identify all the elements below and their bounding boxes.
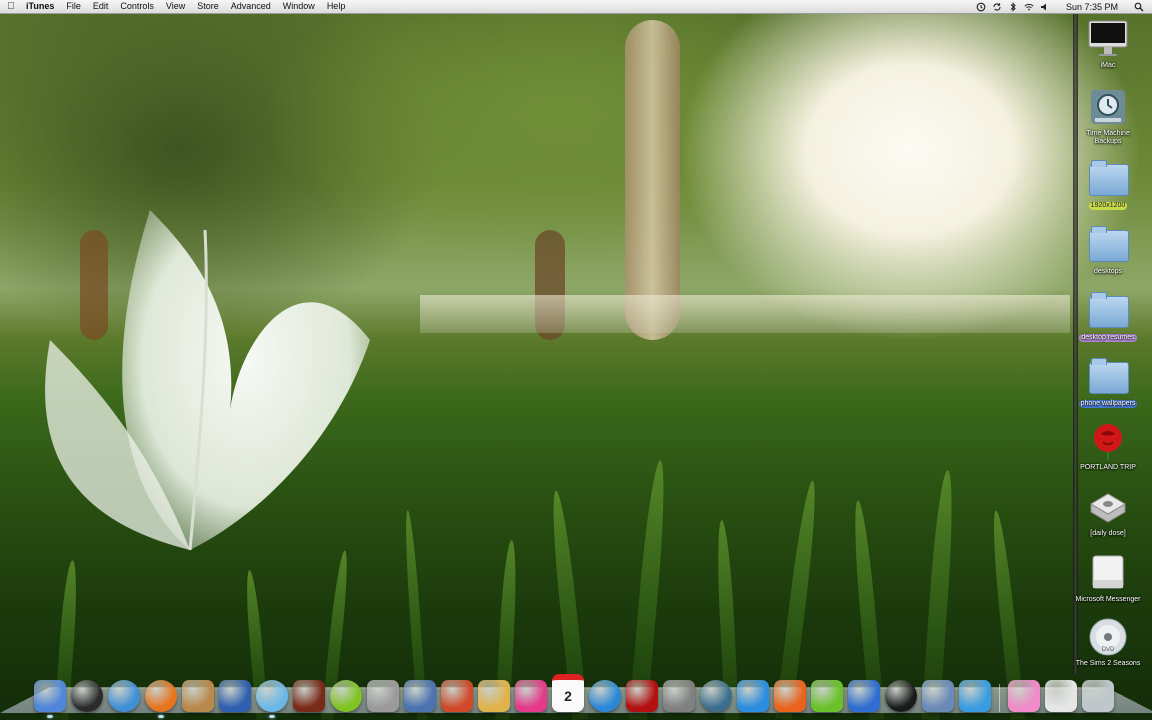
app-rainbow-icon[interactable] [441, 680, 473, 712]
menu-store[interactable]: Store [191, 0, 225, 13]
w-app-icon[interactable] [737, 680, 769, 712]
desktop-wallpaper [0, 0, 1152, 720]
pencil-icon[interactable] [478, 680, 510, 712]
safari-icon[interactable] [108, 680, 140, 712]
time-machine-icon[interactable] [976, 2, 986, 12]
automator-icon[interactable] [219, 680, 251, 712]
menu-edit[interactable]: Edit [87, 0, 115, 13]
imac-icon [1087, 18, 1129, 60]
menu-window[interactable]: Window [277, 0, 321, 13]
dvd-icon: DVD [1087, 616, 1129, 658]
lime-icon[interactable] [330, 680, 362, 712]
feather [45, 210, 370, 551]
desktop-icon-folder-desktop-resumes[interactable]: desktop resumes [1078, 290, 1138, 342]
vine-icon[interactable] [811, 680, 843, 712]
desktop-icon-label: PORTLAND TRIP [1080, 464, 1136, 471]
photo-booth-icon[interactable] [293, 680, 325, 712]
desktop-icon-label: iMac [1100, 62, 1116, 69]
time-machine-icon[interactable] [700, 680, 732, 712]
desktop-icon-label: desktops [1093, 268, 1123, 275]
trash-icon[interactable] [1082, 680, 1114, 712]
running-indicator [47, 715, 53, 718]
desktop-icon-portland-trip[interactable]: PORTLAND TRIP [1078, 420, 1138, 472]
preview-icon[interactable] [404, 680, 436, 712]
finder-icon[interactable] [34, 680, 66, 718]
tree-trunk [625, 20, 680, 340]
photo-red-icon[interactable] [626, 680, 658, 712]
dock-separator [999, 684, 1000, 712]
desktop-icon-imac[interactable]: iMac [1078, 18, 1138, 70]
wifi-icon[interactable] [1024, 2, 1034, 12]
quicktime-icon[interactable] [589, 680, 621, 712]
svg-text:DVD: DVD [1102, 647, 1115, 653]
iphoto-icon[interactable] [922, 680, 954, 712]
penguin-icon[interactable] [885, 680, 917, 712]
menu-bar:  iTunes File Edit Controls View Store A… [0, 0, 1152, 14]
desktop-icon-sims-2-seasons[interactable]: DVD The Sims 2 Seasons [1076, 616, 1140, 668]
desktop-icon-label: 1920x1200 [1088, 202, 1128, 210]
volume-icon[interactable] [1040, 2, 1050, 12]
bluetooth-icon[interactable] [848, 680, 880, 712]
menu-app-itunes[interactable]: iTunes [22, 0, 60, 13]
menu-file[interactable]: File [60, 0, 87, 13]
folder-icon [1087, 290, 1129, 332]
desktop-icon-label: [daily dose] [1090, 530, 1126, 537]
dashboard-icon[interactable] [71, 680, 103, 712]
messenger-icon[interactable] [959, 680, 991, 712]
heart-icon[interactable] [515, 680, 547, 712]
desktop-icon-time-machine-backups[interactable]: Time Machine Backups [1078, 86, 1138, 146]
menu-advanced[interactable]: Advanced [225, 0, 277, 13]
gloss-avatar-icon[interactable] [1008, 680, 1040, 712]
folder-icon [1087, 224, 1129, 266]
rose-icon [1087, 420, 1129, 462]
menu-controls[interactable]: Controls [114, 0, 160, 13]
ical-icon[interactable]: 2 [552, 674, 584, 712]
apple-menu-icon[interactable]:  [0, 1, 22, 12]
firefox-icon[interactable] [145, 680, 177, 718]
desktop-icon-daily-dose[interactable]: [daily dose] [1078, 486, 1138, 538]
menu-clock[interactable]: Sun 7:35 PM [1066, 2, 1118, 12]
desktop-icon-folder-desktops[interactable]: desktops [1078, 224, 1138, 276]
drive-icon [1087, 552, 1129, 594]
fence [420, 295, 1070, 333]
dock: 2 [34, 672, 1114, 718]
calculator-icon[interactable] [367, 680, 399, 712]
desktop-icon-label: phone wallpapers [1078, 400, 1138, 408]
menu-extras: Sun 7:35 PM [976, 2, 1152, 12]
menu-view[interactable]: View [160, 0, 191, 13]
desktop-icon-microsoft-messenger[interactable]: Microsoft Messenger [1076, 552, 1140, 604]
p-app-icon[interactable] [774, 680, 806, 712]
spotlight-icon[interactable] [1134, 2, 1144, 12]
disk-icon [1087, 486, 1129, 528]
desktop-icon-folder-1920x1200[interactable]: 1920x1200 [1078, 158, 1138, 210]
running-indicator [269, 715, 275, 718]
folder-icon [1087, 158, 1129, 200]
desktop-icon-folder-phone-wallpapers[interactable]: phone wallpapers [1078, 356, 1138, 408]
menu-help[interactable]: Help [321, 0, 352, 13]
desktop-icon-label: desktop resumes [1079, 334, 1137, 342]
ical-day-label: 2 [564, 688, 572, 704]
bluetooth-icon[interactable] [1008, 1, 1018, 12]
sync-icon[interactable] [992, 2, 1002, 12]
jpeg-document-icon[interactable] [1045, 680, 1077, 712]
system-preferences-icon[interactable] [663, 680, 695, 712]
running-indicator [158, 715, 164, 718]
folder-icon [1087, 356, 1129, 398]
desktop-icon-label: The Sims 2 Seasons [1075, 660, 1141, 667]
itunes-icon[interactable] [256, 680, 288, 718]
address-book-icon[interactable] [182, 680, 214, 712]
time-machine-drive-icon [1087, 86, 1129, 128]
desktop-icon-label: Microsoft Messenger [1075, 596, 1141, 603]
desktop-icon-label: Time Machine Backups [1086, 130, 1130, 145]
